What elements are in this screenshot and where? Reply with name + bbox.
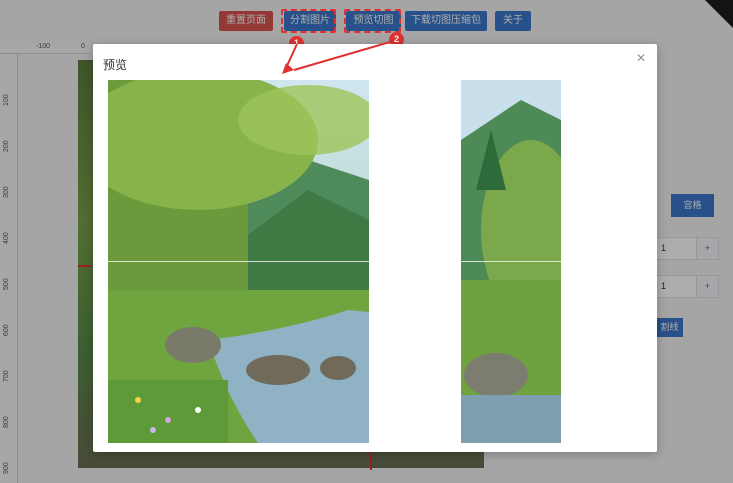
slice-seam-line — [461, 261, 561, 262]
annotation-box-preview — [344, 9, 401, 33]
preview-dialog: 预览 ✕ — [93, 44, 657, 452]
annotation-box-split — [281, 9, 336, 33]
close-icon[interactable]: ✕ — [635, 52, 647, 64]
dialog-title: 预览 — [103, 58, 128, 72]
slice-seam-line — [108, 261, 369, 262]
preview-slice-right — [461, 80, 561, 443]
preview-slice-left — [108, 80, 369, 443]
